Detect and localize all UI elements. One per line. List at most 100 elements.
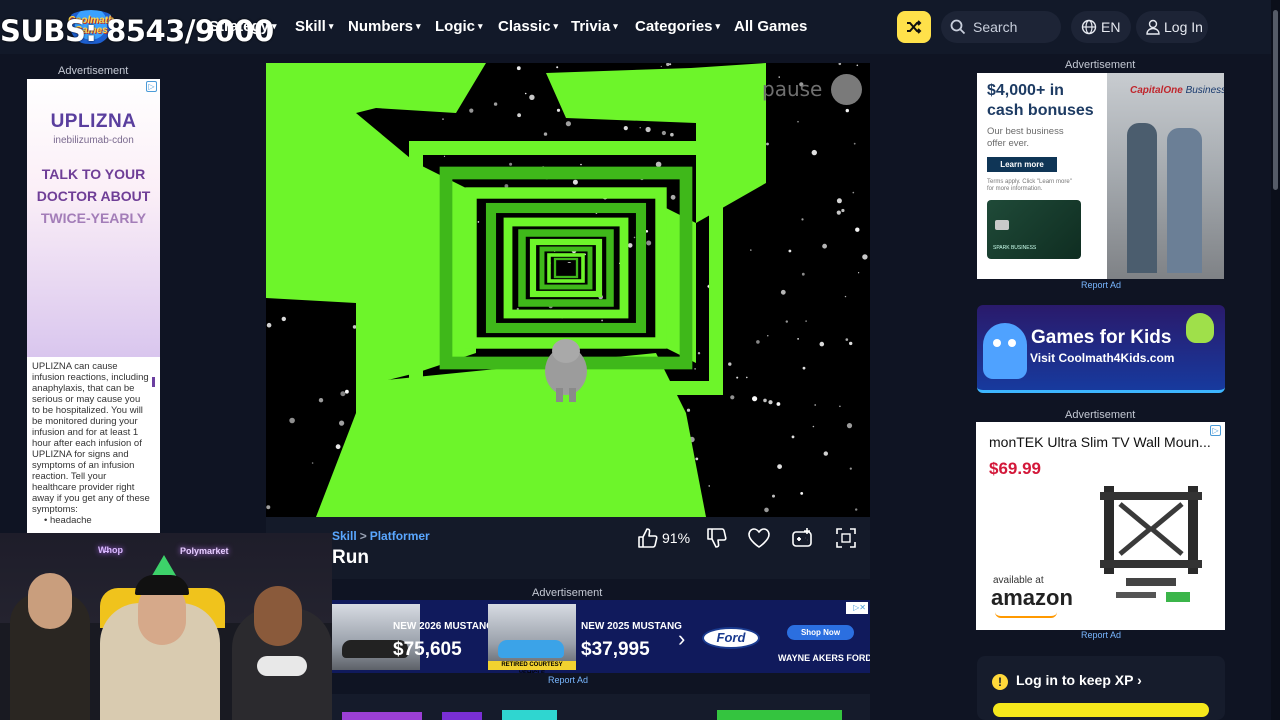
nav-classic-label: Classic — [498, 18, 551, 35]
star — [516, 66, 521, 71]
capital-one-ad[interactable]: CapitalOne Business $4,000+ in cash bonus… — [977, 73, 1224, 279]
star — [812, 425, 815, 428]
like-button[interactable] — [636, 527, 658, 549]
ad-headline: $4,000+ in cash bonuses — [987, 81, 1094, 121]
ad-brand: UPLIZNA — [50, 111, 137, 132]
capital-one-logo: CapitalOne Business — [1130, 85, 1224, 96]
nav-categories-label: Categories — [635, 18, 713, 35]
ad-close-icon[interactable]: ▷✕ — [846, 602, 868, 614]
star — [601, 319, 603, 322]
nav-logic[interactable]: Logic ▾ — [435, 18, 483, 35]
octopus-mascot — [983, 323, 1027, 379]
breadcrumb-category[interactable]: Skill — [332, 529, 357, 543]
star — [335, 444, 341, 450]
capital-one-logo-sub: Business — [1185, 85, 1224, 96]
ad-photo-person — [1167, 128, 1202, 273]
search-box[interactable]: Search — [941, 11, 1061, 43]
nav-trivia[interactable]: Trivia ▾ — [571, 18, 618, 35]
tv-mount-ad[interactable]: ▷ monTEK Ultra Slim TV Wall Moun... $69.… — [976, 422, 1225, 630]
report-ad-link[interactable]: Report Ad — [548, 675, 588, 685]
card-chip — [995, 220, 1009, 230]
coolmath4kids-banner[interactable]: Games for Kids Visit Coolmath4Kids.com — [977, 305, 1225, 393]
ford-logo: Ford — [702, 627, 760, 649]
add-to-playlist-button[interactable] — [791, 527, 813, 549]
advertisement-label: Advertisement — [58, 65, 129, 77]
ad-photo — [1107, 73, 1224, 279]
favorite-button[interactable] — [747, 527, 771, 549]
learn-more-button[interactable]: Learn more — [987, 157, 1057, 172]
pause-label: pause — [762, 77, 823, 101]
ad-choices-icon[interactable]: ▷ — [146, 81, 157, 92]
star — [811, 149, 817, 156]
ad-choices-icon[interactable]: ▷ — [1210, 425, 1221, 436]
star — [802, 366, 806, 370]
nav-numbers[interactable]: Numbers ▾ — [348, 18, 421, 35]
uplizna-ad[interactable]: ▷ UPLIZNA inebilizumab-cdon TALK TO YOUR… — [27, 79, 160, 534]
login-label: Log In — [1164, 19, 1203, 35]
star — [797, 338, 799, 340]
breadcrumb-subcategory[interactable]: Platformer — [370, 529, 430, 543]
star — [281, 316, 286, 322]
tunnel-vanishing-point — [560, 263, 572, 273]
star — [443, 155, 446, 157]
random-game-button[interactable] — [897, 11, 931, 43]
pause-button[interactable] — [831, 74, 862, 105]
game-thumbnail[interactable] — [502, 710, 557, 720]
user-icon — [1146, 19, 1160, 35]
star — [791, 435, 795, 439]
neon-sign: Polymarket — [180, 546, 229, 556]
language-selector[interactable]: EN — [1071, 11, 1131, 43]
report-ad-link[interactable]: Report Ad — [1081, 630, 1121, 640]
thumbs-down-icon — [707, 528, 727, 548]
page-scrollbar[interactable] — [1271, 0, 1280, 720]
star — [686, 408, 691, 412]
star — [746, 376, 748, 379]
star — [801, 218, 804, 221]
nav-strategy[interactable]: Strategy ▾ — [209, 18, 277, 35]
game-thumbnail[interactable] — [717, 710, 842, 720]
star — [318, 398, 324, 403]
star — [858, 272, 860, 274]
game-canvas[interactable]: pause — [266, 63, 870, 517]
nav-all-games[interactable]: All Games — [734, 18, 807, 35]
report-ad-link[interactable]: Report Ad — [1081, 280, 1121, 290]
star — [839, 405, 841, 408]
alert-icon: ! — [992, 674, 1008, 690]
ad-subtext-line1: Our best business — [987, 126, 1064, 137]
webcam-overlay: W̶hop Polymarket — [0, 533, 332, 720]
game-thumbnail[interactable] — [442, 712, 482, 720]
star — [580, 163, 582, 166]
star — [509, 162, 513, 166]
nav-classic[interactable]: Classic ▾ — [498, 18, 558, 35]
scrollbar-thumb[interactable] — [1273, 10, 1278, 190]
star — [852, 191, 855, 194]
star — [694, 368, 696, 370]
streamer-left — [10, 573, 90, 720]
breadcrumb: Skill > Platformer — [332, 529, 430, 543]
star — [819, 341, 825, 347]
login-button[interactable]: Log In — [1136, 11, 1208, 43]
dislike-button[interactable] — [705, 527, 727, 549]
breadcrumb-separator: > — [359, 529, 367, 543]
nav-categories[interactable]: Categories ▾ — [635, 18, 720, 35]
game-thumbnail[interactable] — [342, 712, 422, 720]
xp-login-box[interactable]: ! Log in to keep XP › — [977, 656, 1225, 720]
nav-numbers-label: Numbers — [348, 18, 414, 35]
advertisement-label: Advertisement — [1065, 59, 1136, 71]
ford-ad[interactable]: NEW 2026 MUSTANG $75,605 RETIRED COURTES… — [332, 600, 870, 673]
fullscreen-button[interactable] — [835, 527, 857, 549]
xp-login-text: Log in to keep XP › — [1016, 672, 1142, 688]
nav-skill[interactable]: Skill ▾ — [295, 18, 333, 35]
star — [517, 113, 521, 118]
ad-brand-sub: inebilizumab-cdon — [53, 135, 134, 146]
star — [669, 63, 672, 66]
ad-body: UPLIZNA can cause infusion reactions, in… — [32, 361, 150, 515]
shop-now-button[interactable]: Shop Now — [787, 625, 854, 640]
star — [493, 102, 498, 106]
ad-banner-top: ▷ UPLIZNA inebilizumab-cdon TALK TO YOUR… — [27, 79, 160, 357]
star — [736, 376, 739, 379]
chevron-down-icon: ▾ — [328, 21, 334, 31]
chevron-down-icon: ▾ — [272, 21, 277, 31]
star — [352, 325, 357, 329]
star — [750, 249, 752, 251]
